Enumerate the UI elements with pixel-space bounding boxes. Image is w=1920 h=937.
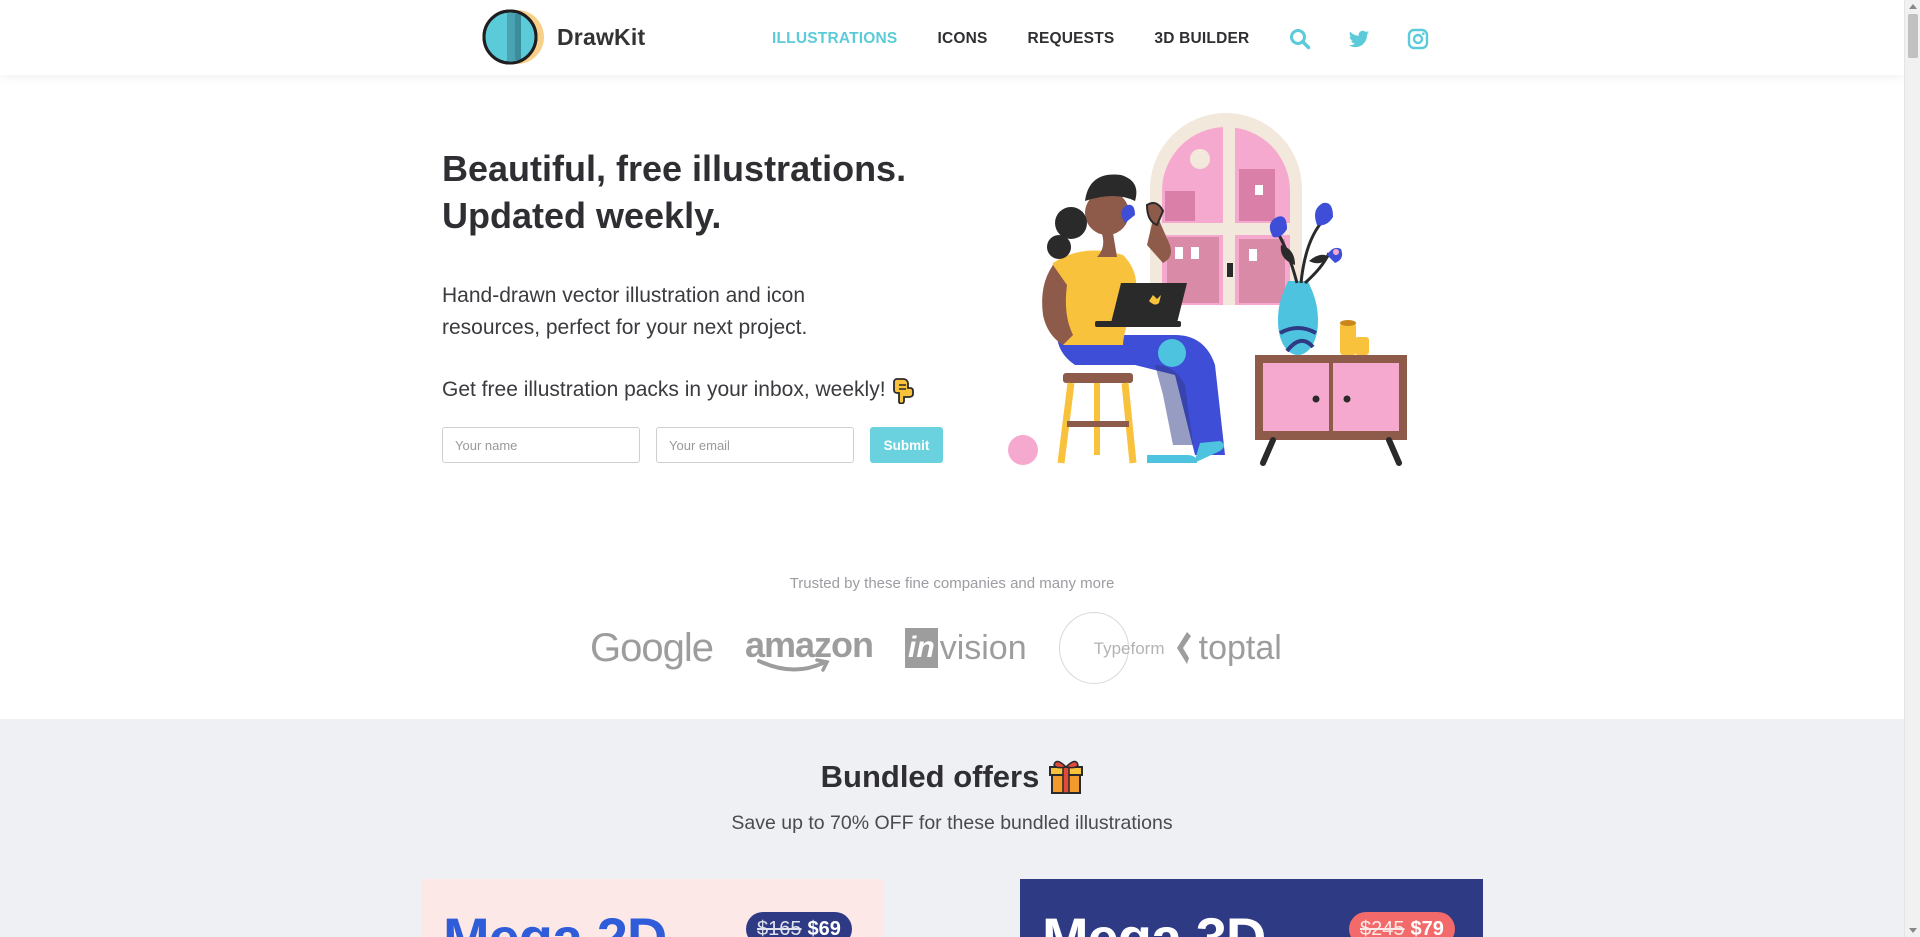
bundled-offers-subtitle: Save up to 70% OFF for these bundled ill…	[731, 812, 1173, 834]
hero-title: Beautiful, free illustrations. Updated w…	[442, 145, 962, 239]
name-input[interactable]	[442, 427, 640, 463]
bundled-offers-section: Bundled offers Save up to 70% OFF for th…	[0, 719, 1904, 937]
toptal-logo: toptal	[1175, 629, 1282, 668]
brand-name: DrawKit	[557, 23, 646, 50]
google-logo: Google	[590, 625, 714, 670]
nav-illustrations[interactable]: ILLUSTRATIONS	[772, 30, 897, 48]
trusted-by-text: Trusted by these fine companies and many…	[789, 575, 1115, 592]
offer-old-price: $165	[757, 917, 802, 937]
offer-new-price: $79	[1410, 917, 1444, 937]
toptal-logo-text: toptal	[1198, 628, 1282, 667]
submit-button[interactable]: Submit	[870, 427, 943, 463]
invision-mark: in	[905, 628, 938, 668]
instagram-icon[interactable]	[1407, 28, 1429, 50]
scroll-down-icon[interactable]	[1909, 928, 1917, 933]
offer-card-title: Mega 2D	[443, 905, 667, 937]
newsletter-cta-text: Get free illustration packs in your inbo…	[442, 378, 886, 401]
newsletter-form: Submit	[442, 427, 943, 463]
twitter-icon[interactable]	[1348, 28, 1370, 50]
offer-card-title: Mega 3D	[1042, 905, 1266, 937]
company-logos: Google amazon in vision Typeform toptal	[590, 610, 1320, 686]
amazon-logo: amazon	[745, 624, 874, 672]
newsletter-cta: Get free illustration packs in your inbo…	[442, 376, 914, 404]
pointing-down-hand-icon	[892, 378, 914, 404]
main-nav: ILLUSTRATIONS ICONS REQUESTS 3D BUILDER	[772, 28, 1466, 50]
bundled-offers-title-text: Bundled offers	[820, 759, 1040, 794]
site-header: DrawKit ILLUSTRATIONS ICONS REQUESTS 3D …	[0, 0, 1904, 75]
nav-icons[interactable]: ICONS	[937, 30, 987, 48]
search-icon[interactable]	[1289, 28, 1311, 50]
invision-logo: in vision	[905, 628, 1027, 668]
offer-card-mega-2d[interactable]: Mega 2D $165 $69	[421, 879, 884, 937]
hero-title-line1: Beautiful, free illustrations.	[442, 148, 907, 189]
amazon-smile-icon	[756, 658, 830, 672]
scroll-up-icon[interactable]	[1909, 4, 1917, 9]
scrollbar-thumb[interactable]	[1908, 14, 1918, 58]
drawkit-logo-icon	[482, 9, 544, 65]
hero-title-line2: Updated weekly.	[442, 195, 722, 236]
nav-requests[interactable]: REQUESTS	[1028, 30, 1115, 48]
typeform-logo-text: Typeform	[1093, 639, 1165, 658]
offer-card-mega-3d[interactable]: Mega 3D $245 $79	[1020, 879, 1483, 937]
typeform-logo: Typeform	[1058, 612, 1165, 684]
invision-logo-text: vision	[939, 628, 1027, 667]
offer-price-badge: $245 $79	[1349, 912, 1455, 937]
page-scrollbar[interactable]	[1904, 0, 1920, 937]
gift-icon	[1049, 760, 1084, 794]
offer-new-price: $69	[807, 917, 841, 937]
offer-price-badge: $165 $69	[746, 912, 852, 937]
drawkit-logo[interactable]: DrawKit	[481, 8, 645, 66]
bundled-offers-title: Bundled offers	[0, 759, 1904, 795]
nav-3d-builder[interactable]: 3D BUILDER	[1154, 30, 1249, 48]
email-input[interactable]	[656, 427, 854, 463]
hero-description: Hand-drawn vector illustration and icon …	[442, 284, 808, 339]
toptal-mark-icon	[1176, 632, 1191, 664]
offer-old-price: $245	[1360, 917, 1405, 937]
hero-illustration	[1008, 113, 1407, 466]
